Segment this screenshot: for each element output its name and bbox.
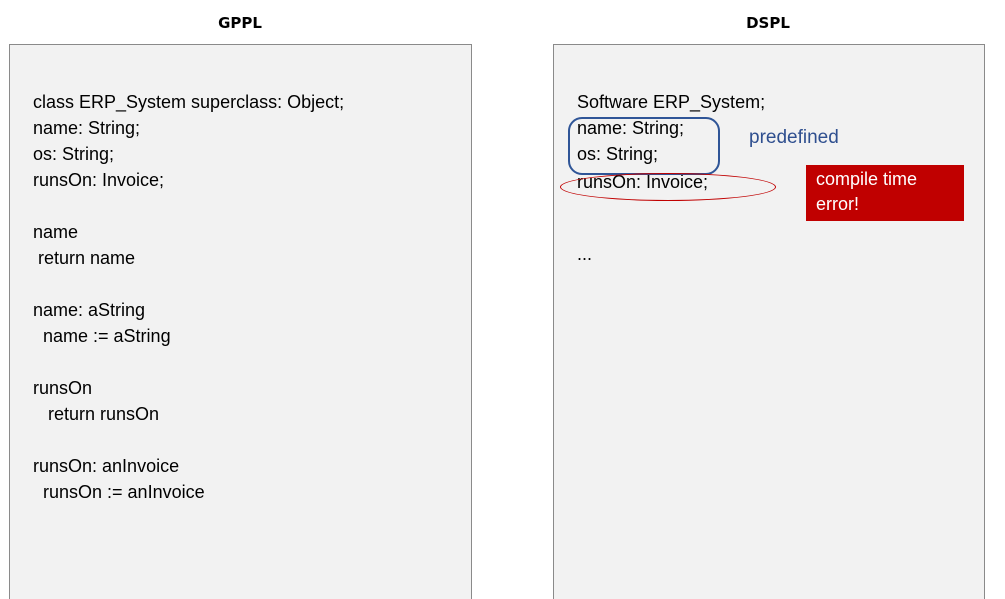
gppl-code-line: name: aString [33,300,146,320]
dspl-software-line: Software ERP_System; [577,92,766,112]
gppl-code-line: runsOn [33,378,93,398]
gppl-title: GPPL [218,14,262,32]
gppl-code-line: return name [33,248,136,268]
code-block-gap [33,427,344,453]
gppl-code-line: runsOn := anInvoice [33,482,205,502]
gppl-code-line: name := aString [33,326,171,346]
gppl-code-line: name [33,222,79,242]
gppl-code: class ERP_System superclass: Object; name… [33,89,344,505]
gppl-code-line: class ERP_System superclass: Object; [33,92,345,112]
code-block-gap [33,271,344,297]
predefined-label: predefined [749,127,839,148]
dspl-title: DSPL [746,14,790,32]
code-block-gap [33,193,344,219]
gppl-code-line: return runsOn [33,404,160,424]
compile-error-box: compile time error! [806,165,964,221]
dspl-ellipsis-line: ... [577,244,593,264]
error-highlight-ellipse [560,173,776,201]
gppl-code-line: runsOn: anInvoice [33,456,180,476]
gppl-code-line: runsOn: Invoice; [33,170,165,190]
gppl-panel: class ERP_System superclass: Object; name… [9,44,472,599]
code-block-gap [33,349,344,375]
gppl-code-line: os: String; [33,144,115,164]
diagram: GPPL DSPL class ERP_System superclass: O… [0,0,1005,599]
predefined-highlight-box [568,117,720,175]
gppl-code-line: name: String; [33,118,141,138]
dspl-panel: Software ERP_System; name: String; os: S… [553,44,985,599]
